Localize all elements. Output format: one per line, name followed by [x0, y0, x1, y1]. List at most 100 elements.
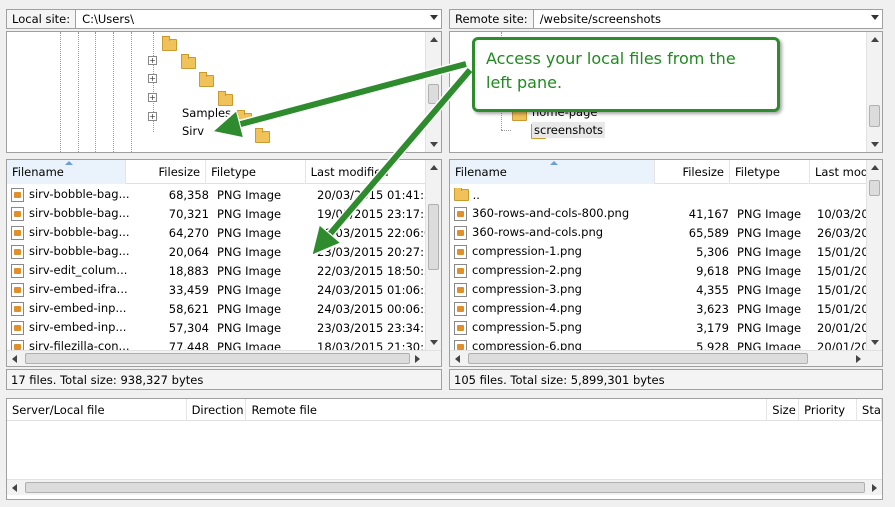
table-row[interactable]: sirv-bobble-bag... 20,064 PNG Image 23/03/2… — [7, 242, 429, 261]
scroll-thumb[interactable] — [25, 353, 410, 364]
table-row[interactable]: compression-2.png 9,618 PNG Image 15/01/201 — [450, 261, 869, 280]
tree-item-samples[interactable]: Samples — [182, 105, 231, 121]
folder-icon — [180, 53, 196, 69]
table-row[interactable]: compression-3.png 4,355 PNG Image 15/01/201 — [450, 280, 869, 299]
table-row[interactable]: compression-1.png 5,306 PNG Image 15/01/201 — [450, 242, 869, 261]
table-row[interactable]: sirv-bobble-bag... 64,270 PNG Image 19/03/2… — [7, 223, 429, 242]
png-file-icon — [11, 263, 24, 278]
folder-icon — [236, 109, 252, 125]
scroll-thumb[interactable] — [468, 353, 808, 364]
column-last-modified[interactable]: Last modified — [306, 160, 441, 184]
column-priority[interactable]: Priority — [799, 399, 858, 421]
scroll-thumb[interactable] — [869, 105, 880, 127]
scroll-down-icon[interactable] — [871, 340, 879, 345]
scroll-right-icon[interactable] — [856, 355, 861, 363]
local-path-dropdown-icon[interactable] — [430, 15, 438, 20]
remote-path-input[interactable]: /website/screenshots — [533, 9, 883, 29]
table-row[interactable]: sirv-edit_colum... 18,883 PNG Image 22/03/2… — [7, 261, 429, 280]
file-type: PNG Image — [733, 226, 813, 240]
scroll-up-icon[interactable] — [871, 37, 879, 42]
column-filetype[interactable]: Filetype — [206, 160, 306, 184]
column-status[interactable]: Sta — [857, 399, 882, 421]
table-row[interactable]: sirv-embed-inp... 57,304 PNG Image 23/03/20… — [7, 318, 429, 337]
column-filetype[interactable]: Filetype — [730, 160, 810, 184]
scroll-up-icon[interactable] — [430, 37, 438, 42]
scroll-left-icon[interactable] — [12, 484, 17, 492]
file-size: 58,621 — [133, 302, 213, 316]
table-row[interactable]: compression-4.png 3,623 PNG Image 15/01/201 — [450, 299, 869, 318]
remote-list-hscrollbar[interactable] — [450, 350, 882, 366]
queue-hscrollbar[interactable] — [7, 479, 882, 495]
tree-item-screenshots[interactable]: screenshots — [532, 122, 606, 138]
scroll-thumb[interactable] — [428, 204, 439, 270]
sort-ascending-icon — [65, 161, 73, 165]
file-name-text: sirv-bobble-bag... — [29, 225, 130, 240]
png-file-icon — [11, 225, 24, 240]
scroll-down-icon[interactable] — [871, 142, 879, 147]
table-row[interactable]: 360-rows-and-cols-800.png 41,167 PNG Image… — [450, 204, 869, 223]
parent-directory-row[interactable]: .. — [450, 185, 484, 204]
file-modified-text: 22/03/2015 18:50:35 — [317, 263, 429, 278]
scroll-thumb[interactable] — [869, 180, 880, 196]
scroll-up-icon[interactable] — [430, 165, 438, 170]
file-name-text: sirv-bobble-bag... — [29, 206, 130, 221]
file-type-text: PNG Image — [217, 206, 282, 221]
file-type-text: PNG Image — [737, 282, 802, 297]
png-file-icon — [454, 225, 467, 240]
table-row[interactable]: 360-rows-and-cols.png 65,589 PNG Image 26/0… — [450, 223, 869, 242]
column-remote-file[interactable]: Remote file — [246, 399, 768, 421]
local-list-vscrollbar[interactable] — [425, 160, 441, 350]
column-server-local-file[interactable]: Server/Local file — [7, 399, 187, 421]
remote-path-dropdown-icon[interactable] — [871, 15, 879, 20]
scroll-right-icon[interactable] — [872, 484, 877, 492]
scroll-down-icon[interactable] — [430, 142, 438, 147]
scroll-right-icon[interactable] — [415, 355, 420, 363]
scroll-up-icon[interactable] — [871, 165, 879, 170]
file-size-text: 20,064 — [168, 244, 209, 259]
png-file-icon — [11, 301, 24, 316]
expand-icon[interactable]: + — [148, 112, 157, 121]
scroll-left-icon[interactable] — [12, 355, 17, 363]
scroll-thumb[interactable] — [25, 482, 865, 493]
expand-icon[interactable]: + — [148, 56, 157, 65]
remote-tree-scrollbar[interactable] — [866, 32, 882, 152]
scroll-thumb[interactable] — [428, 84, 439, 104]
local-tree-scrollbar[interactable] — [425, 32, 441, 152]
local-site-label: Local site: — [6, 9, 77, 29]
folder-icon — [199, 71, 215, 87]
column-last-modified[interactable]: Last modi — [810, 160, 870, 184]
file-modified: 23/03/2015 23:34:16 — [313, 321, 429, 335]
table-row[interactable]: sirv-bobble-bag... 68,358 PNG Image 20/03/2… — [7, 185, 429, 204]
file-modified: 24/03/2015 00:06:29 — [313, 302, 429, 316]
column-filesize[interactable]: Filesize — [655, 160, 730, 184]
local-path-input[interactable]: C:\Users\ — [76, 9, 442, 29]
file-modified: 26/03/201 — [813, 226, 869, 240]
file-name: 360-rows-and-cols-800.png — [450, 206, 658, 221]
table-row[interactable]: sirv-bobble-bag... 70,321 PNG Image 19/03/2… — [7, 204, 429, 223]
scroll-down-icon[interactable] — [430, 340, 438, 345]
file-size-text: 3,623 — [696, 301, 729, 316]
file-modified: 22/03/2015 18:50:35 — [313, 264, 429, 278]
column-direction[interactable]: Direction — [187, 399, 247, 421]
remote-path-bar: Remote site: /website/screenshots — [449, 8, 883, 30]
column-size[interactable]: Size — [767, 399, 800, 421]
file-type: PNG Image — [733, 245, 813, 259]
table-row[interactable]: compression-5.png 3,179 PNG Image 20/01/201 — [450, 318, 869, 337]
expand-icon[interactable]: + — [148, 93, 157, 102]
png-file-icon — [454, 282, 467, 297]
table-row[interactable]: sirv-embed-ifra... 33,459 PNG Image 24/03/2… — [7, 280, 429, 299]
file-name-text: compression-5.png — [472, 320, 582, 335]
table-row[interactable]: sirv-embed-inp... 58,621 PNG Image 24/03/20… — [7, 299, 429, 318]
scroll-left-icon[interactable] — [455, 355, 460, 363]
file-size: 65,589 — [658, 226, 733, 240]
file-modified-text: 24/03/2015 01:06:24 — [317, 282, 429, 297]
tree-item-sirv[interactable]: Sirv — [182, 123, 204, 139]
file-modified-text: 15/01/201 — [817, 301, 869, 316]
file-size: 3,179 — [658, 321, 733, 335]
remote-list-vscrollbar[interactable] — [866, 160, 882, 350]
local-list-hscrollbar[interactable] — [7, 350, 441, 366]
column-filesize[interactable]: Filesize — [126, 160, 207, 184]
expand-icon[interactable]: + — [148, 74, 157, 83]
local-directory-tree: + + + + Samples Sirv — [6, 31, 442, 153]
file-size-text: 65,589 — [688, 225, 729, 240]
